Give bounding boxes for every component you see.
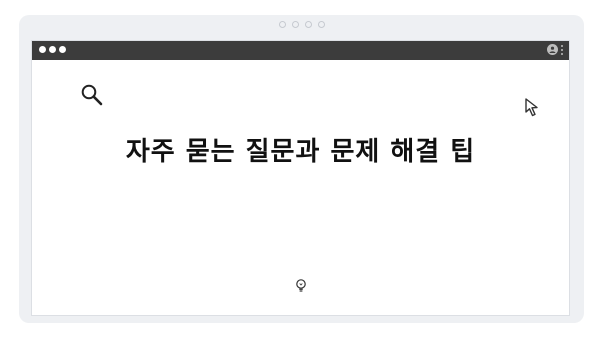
window-minimize-dot[interactable] — [49, 46, 56, 53]
pagination-dots — [19, 21, 584, 29]
pagination-dot — [291, 21, 299, 28]
window-close-dot[interactable] — [39, 46, 46, 53]
browser-toolbar — [32, 41, 569, 60]
cursor-arrow-icon — [524, 97, 544, 123]
toolbar-actions — [547, 44, 563, 55]
profile-icon[interactable] — [547, 44, 558, 55]
kebab-menu-icon[interactable] — [561, 44, 563, 55]
pagination-dot — [304, 21, 312, 28]
lightbulb-icon — [295, 278, 307, 298]
pagination-dot — [317, 21, 325, 28]
page-title: 자주 묻는 질문과 문제 해결 팁 — [125, 137, 476, 167]
search-icon[interactable] — [80, 83, 104, 111]
window-controls — [39, 46, 66, 53]
browser-window: 자주 묻는 질문과 문제 해결 팁 — [31, 40, 570, 316]
pagination-dot — [278, 21, 286, 28]
window-maximize-dot[interactable] — [59, 46, 66, 53]
